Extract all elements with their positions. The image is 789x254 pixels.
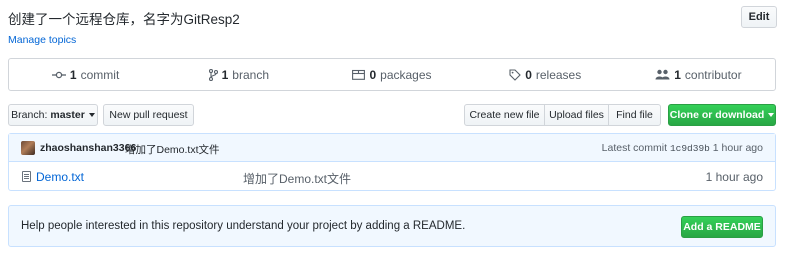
manage-topics-link[interactable]: Manage topics [8,34,76,46]
create-new-file-button[interactable]: Create new file [464,104,545,126]
repo-description: 创建了一个远程仓库，名字为GitResp2 [8,12,240,27]
readme-prompt-text: Help people interested in this repositor… [21,220,466,232]
contributors-summary[interactable]: 1 contributor [622,59,775,90]
readme-prompt-box: Help people interested in this repositor… [8,205,776,247]
commits-summary[interactable]: 1 commit [9,59,162,90]
file-age: 1 hour ago [705,170,763,184]
latest-commit-info: Latest commit 1c9d39b 1 hour ago [602,142,763,154]
branch-select-button[interactable]: Branch: master [8,104,98,126]
latest-commit-age: 1 hour ago [712,142,763,154]
clone-or-download-button[interactable]: Clone or download [668,104,776,126]
commit-sha-link[interactable]: 1c9d39b [670,143,710,154]
upload-files-button[interactable]: Upload files [545,104,609,126]
file-icon [22,171,31,182]
commits-label: commit [80,67,120,82]
branches-summary[interactable]: 1 branch [162,59,315,90]
contributors-count: 1 [674,67,681,82]
commits-count: 1 [69,67,77,82]
releases-label: releases [535,67,582,82]
commit-icon [51,70,66,80]
caret-down-icon [88,113,95,117]
avatar[interactable] [21,141,35,155]
packages-count: 0 [369,67,377,82]
branch-prefix: Branch: [11,109,48,121]
branches-label: branch [232,67,269,82]
packages-summary[interactable]: 0 packages [315,59,468,90]
file-row: Demo.txt 增加了Demo.txt文件 1 hour ago [9,162,775,191]
new-pull-request-button[interactable]: New pull request [103,104,194,126]
file-browser: zhaoshanshan3366 增加了Demo.txt文件 Latest co… [8,133,776,191]
branch-icon [208,68,218,81]
repo-summary-bar: 1 commit 1 branch 0 packages 0 releases … [8,58,776,91]
find-file-button[interactable]: Find file [609,104,661,126]
contributors-label: contributor [684,67,742,82]
packages-label: packages [380,67,432,82]
caret-down-icon [768,113,775,117]
people-icon [655,69,670,80]
package-icon [352,69,366,80]
add-readme-button[interactable]: Add a README [681,216,763,238]
commit-message-link[interactable]: 增加了Demo.txt文件 [125,142,220,157]
commit-author-link[interactable]: zhaoshanshan3366 [40,142,136,154]
file-name-link[interactable]: Demo.txt [36,170,84,184]
file-commit-message-link[interactable]: 增加了Demo.txt文件 [243,170,351,187]
clone-label: Clone or download [669,109,765,121]
latest-commit-bar: zhaoshanshan3366 增加了Demo.txt文件 Latest co… [9,134,775,162]
latest-commit-prefix: Latest commit [601,142,668,154]
branch-name: master [50,109,85,121]
releases-count: 0 [525,67,532,82]
edit-description-button[interactable]: Edit [741,6,777,28]
repo-description-row: 创建了一个远程仓库，名字为GitResp2 Edit [8,6,777,28]
branches-count: 1 [221,67,229,82]
releases-summary[interactable]: 0 releases [469,59,622,90]
tag-icon [509,68,521,81]
